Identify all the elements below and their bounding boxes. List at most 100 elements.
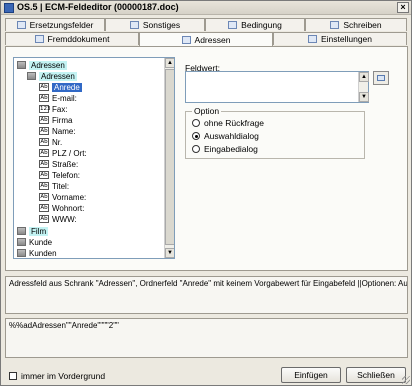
checkbox-label: immer im Vordergrund [21,371,106,381]
field-picker-button[interactable] [373,71,389,85]
tab-adressen[interactable]: Adressen [139,32,273,46]
tree-item-film[interactable]: Film [17,226,49,236]
tree-item-label: Kunden [29,248,57,258]
tree-field-label: Name: [52,126,76,136]
text-field-icon: Ab [39,83,49,91]
document-icon [34,35,44,43]
tree-field-item[interactable]: Ab Titel: [39,181,69,191]
tree-field-item[interactable]: Ab WWW: [39,214,77,224]
tree-field-item[interactable]: Ab Name: [39,126,76,136]
tree-group[interactable]: Adressen [27,71,77,81]
text-field-icon: 123 [39,105,51,113]
tree-field-item[interactable]: Ab E-mail: [39,93,77,103]
tab-row-1: Ersetzungsfelder Sonstiges Bedingung Sch… [5,18,407,31]
tree-field-item[interactable]: Ab Wohnort: [39,203,84,213]
text-field-icon: Ab [39,215,49,223]
tab-label: Ersetzungsfelder [29,20,94,30]
text-field-icon: Ab [39,160,49,168]
tree-field-label: Wohnort: [52,203,85,213]
tab-label: Sonstiges [142,20,181,30]
tab-label: Fremddokument [47,34,110,44]
close-button[interactable]: Schließen [346,367,406,383]
field-code-box[interactable]: %%adAdressen""Anrede""""2"" [5,318,408,358]
scroll-down-icon[interactable]: ▼ [359,92,369,102]
folder-icon [17,249,26,257]
scroll-thumb[interactable] [165,69,174,245]
scroll-up-icon[interactable]: ▲ [165,58,174,68]
radio-icon[interactable] [192,119,200,127]
folder-icon [17,227,26,235]
tab-einstellungen[interactable]: Einstellungen [273,32,407,45]
folder-icon [17,238,26,246]
option-radio[interactable]: Auswahldialog [192,131,259,141]
scroll-up-icon[interactable]: ▲ [359,72,369,82]
tree-field-label: Vorname: [52,192,87,202]
tree-field-label: Firma [52,115,73,125]
app-icon [4,3,14,13]
tree-field-item[interactable]: Ab Anrede [39,82,82,92]
tab-label: Bedingung [241,20,282,30]
tree-field-label: Titel: [52,181,70,191]
write-icon [330,21,340,29]
radio-label: Eingabedialog [204,144,258,154]
tree-field-label: Anrede [52,82,82,92]
tab-bedingung[interactable]: Bedingung [205,18,305,31]
tab-label: Schreiben [343,20,382,30]
table-icon [16,21,26,29]
tree-field-label: Straße: [52,159,79,169]
tree-field-item[interactable]: 123 Fax: [39,104,68,114]
tree-field-item[interactable]: Ab Telefon: [39,170,80,180]
radio-icon[interactable] [192,145,200,153]
condition-icon [228,21,238,29]
tree-field-label: Nr. [52,137,63,147]
feldwert-scrollbar[interactable]: ▲ ▼ [358,72,369,102]
tree-field-item[interactable]: Ab Vorname: [39,192,86,202]
tree-item-label: Kunde [29,237,53,247]
radio-label: Auswahldialog [204,131,259,141]
title-bar: OS.5 | ECM-Feldeditor (00000187.doc) × [1,1,411,15]
option-radio[interactable]: Eingabedialog [192,144,258,154]
tab-fremddokument[interactable]: Fremddokument [5,32,139,45]
tab-label: Adressen [194,34,231,45]
tree-field-label: PLZ / Ort: [52,148,87,158]
tree-field-item[interactable]: Ab PLZ / Ort: [39,148,87,158]
tree-field-item[interactable]: Ab Straße: [39,159,78,169]
tree-item-kunde[interactable]: Kunde [17,237,52,247]
tab-row-2: Fremddokument Adressen Einstellungen [5,32,407,46]
scroll-down-icon[interactable]: ▼ [165,248,174,258]
feldwert-input[interactable]: ▲ ▼ [185,71,369,103]
tab-ersetzungsfelder[interactable]: Ersetzungsfelder [5,18,105,31]
tab-schreiben[interactable]: Schreiben [305,18,407,31]
tree-root[interactable]: Adressen [17,60,67,70]
window-title: OS.5 | ECM-Feldeditor (00000187.doc) [17,2,179,12]
option-radio[interactable]: ohne Rückfrage [192,118,264,128]
settings-icon [307,35,317,43]
text-field-icon: Ab [39,193,49,201]
resize-grip-icon[interactable] [402,376,410,384]
text-field-icon: Ab [39,94,49,102]
checkbox-icon[interactable] [9,372,17,380]
radio-label: ohne Rückfrage [204,118,265,128]
always-on-top-checkbox[interactable]: immer im Vordergrund [9,371,105,381]
option-title: Option [192,106,222,116]
editor-window: OS.5 | ECM-Feldeditor (00000187.doc) × E… [0,0,412,386]
tree-item-kunden[interactable]: Kunden [17,248,57,258]
tree-field-label: WWW: [52,214,77,224]
text-field-icon: Ab [39,116,49,124]
tree-group-label: Adressen [39,71,77,81]
insert-button[interactable]: Einfügen [281,367,341,383]
text-field-icon: Ab [39,138,49,146]
close-window-button[interactable]: × [397,2,409,13]
radio-icon[interactable] [192,132,200,140]
option-group: Option ohne Rückfrage Auswahldialog Eingab… [185,106,365,159]
tree-scrollbar[interactable]: ▲ ▼ [164,58,174,258]
text-field-icon: Ab [39,204,49,212]
text-field-icon: Ab [39,149,49,157]
tree-field-item[interactable]: Ab Nr. [39,137,62,147]
field-tree[interactable]: Adressen Adressen Ab Anrede Ab E-mail: 123 Fa… [13,57,175,259]
description-box: Adressfeld aus Schrank "Adressen", Ordne… [5,276,408,314]
tree-field-item[interactable]: Ab Firma [39,115,72,125]
tree-field-label: E-mail: [52,93,77,103]
tree-field-label: Fax: [52,104,68,114]
tab-sonstiges[interactable]: Sonstiges [105,18,205,31]
